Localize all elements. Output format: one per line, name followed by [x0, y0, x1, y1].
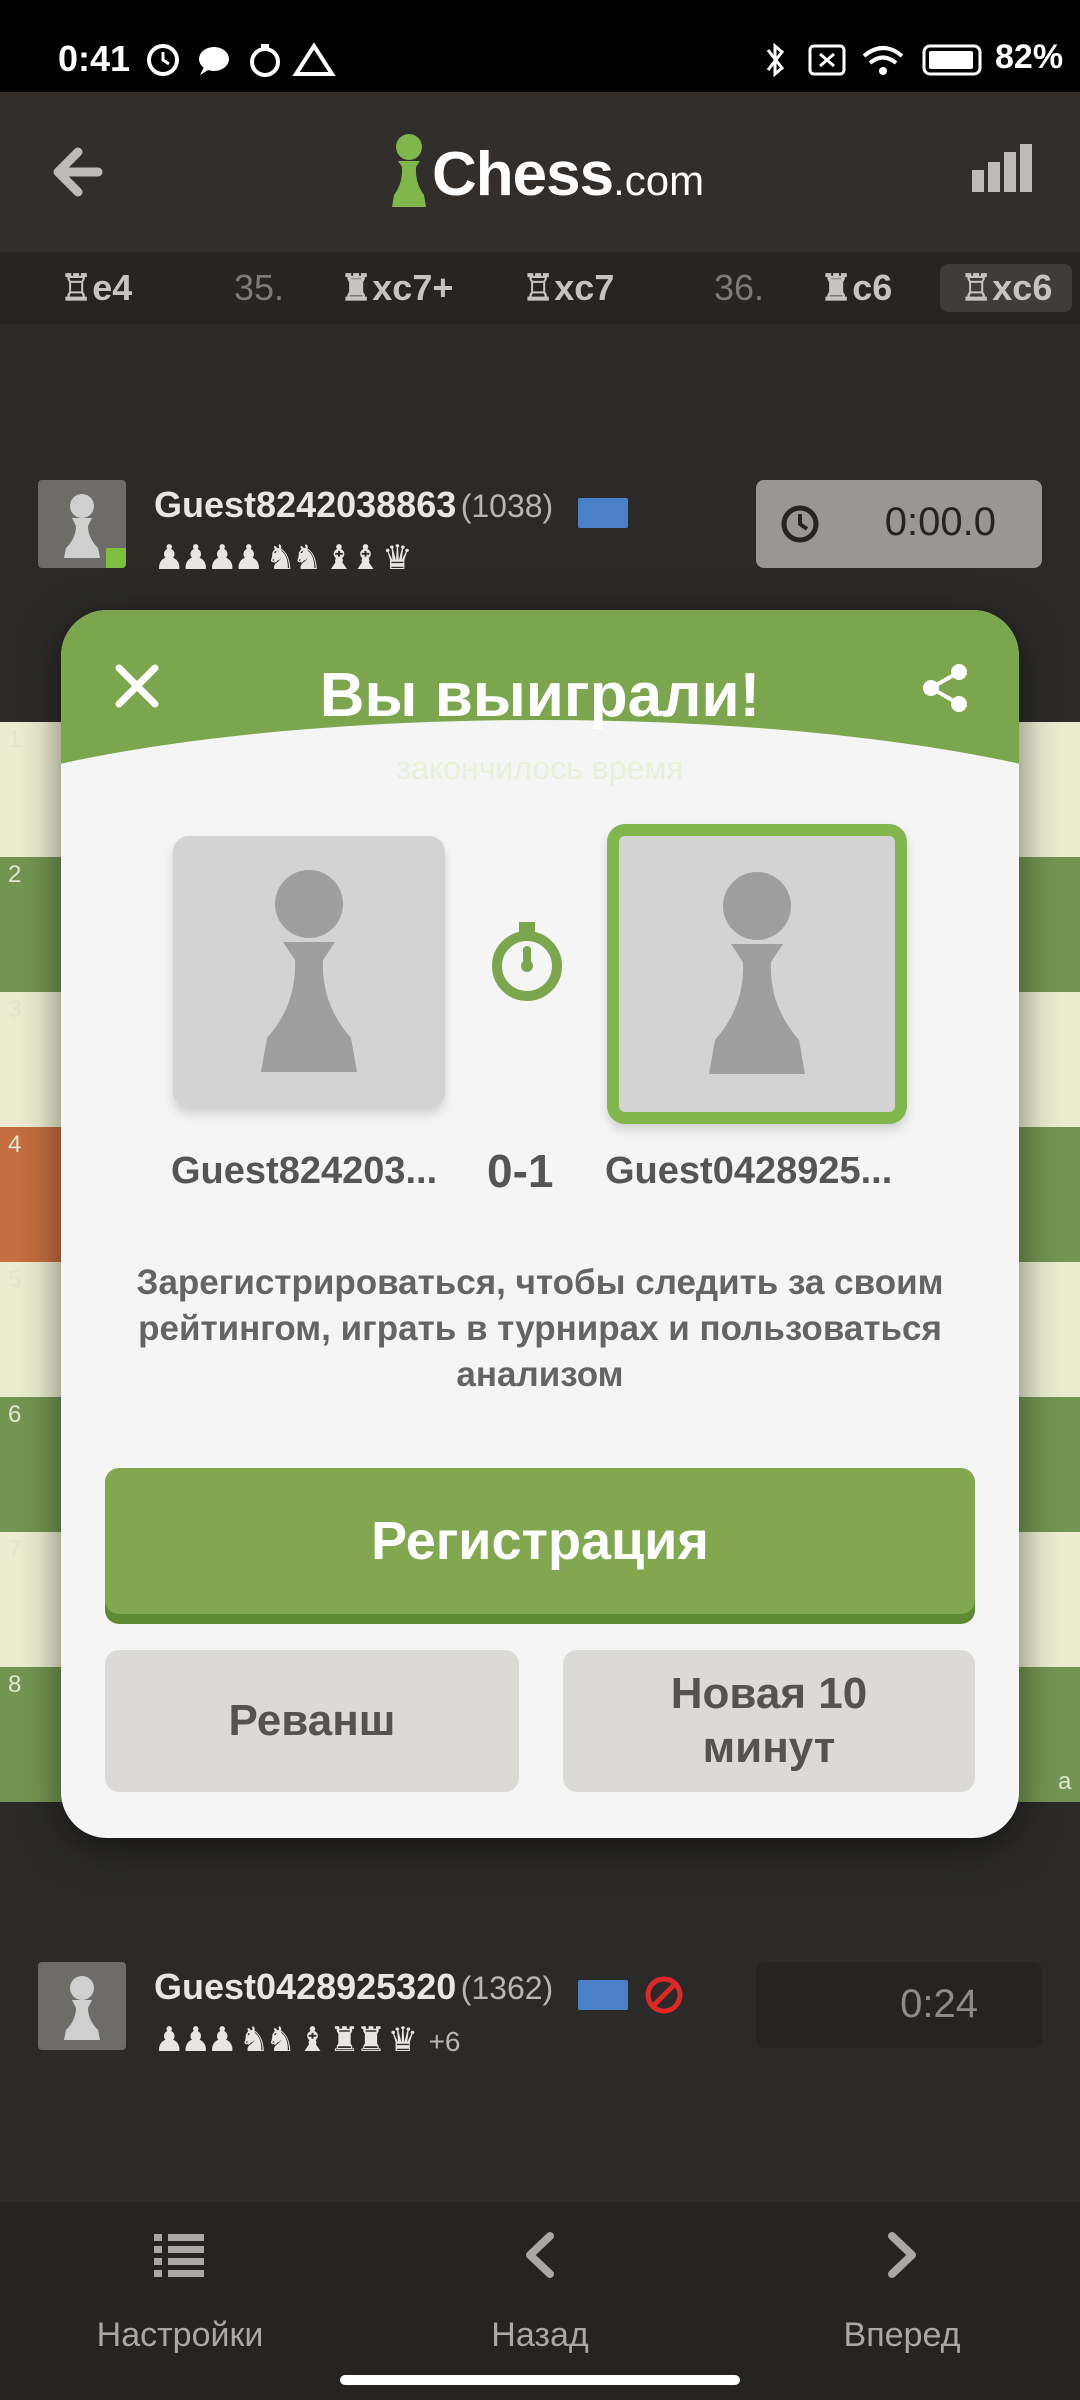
- rematch-label: Реванш: [228, 1696, 396, 1745]
- move-number: 36.: [714, 267, 765, 308]
- rank-label: 4: [8, 1131, 22, 1158]
- bottom-player-name[interactable]: Guest0428925320: [154, 1966, 456, 2007]
- rank-label: 6: [8, 1401, 22, 1428]
- modal-subtitle: закончилось время: [396, 750, 684, 786]
- back-arrow-icon[interactable]: [48, 142, 108, 202]
- rank-label: 7: [8, 1536, 22, 1563]
- brand-name: Chess: [432, 139, 614, 209]
- new-game-button[interactable]: Новая 10 минут: [563, 1650, 975, 1792]
- register-button[interactable]: Регистрация: [105, 1468, 975, 1614]
- app-header: Chess .com: [0, 92, 1080, 252]
- rook-icon: ♖: [60, 267, 93, 308]
- rank-label: 5: [8, 1266, 22, 1293]
- share-icon[interactable]: [919, 662, 971, 714]
- nav-forward-label: Вперед: [843, 2316, 961, 2354]
- move-item[interactable]: ♜xc7+: [340, 264, 453, 312]
- signup-message: Зарегистрироваться, чтобы следить за сво…: [136, 1263, 944, 1394]
- move-number: 35.: [234, 267, 285, 308]
- rank-label: 8: [8, 1671, 22, 1698]
- file-label: a: [1058, 1768, 1072, 1795]
- top-player-info: Guest8242038863 (1038): [154, 484, 628, 528]
- bottom-clock-time: 0:24: [900, 1982, 978, 2026]
- bottom-player-avatar[interactable]: [38, 1962, 126, 2050]
- status-system-icons: [766, 42, 982, 78]
- move-list: ♖e4 35. ♜xc7+ ♖xc7 36. ♜c6 ♖xc6: [0, 252, 1080, 324]
- new-game-label: Новая 10 минут: [670, 1669, 868, 1772]
- move-item[interactable]: ♖e4: [60, 264, 132, 312]
- move-item[interactable]: ♖xc7: [522, 264, 614, 312]
- winner-name: Guest0428925...: [605, 1150, 893, 1192]
- flag-icon: [577, 1979, 628, 2010]
- bottom-player-rating: (1362): [460, 1970, 554, 2006]
- status-time: 0:41: [58, 38, 131, 79]
- battery-percent: 82%: [995, 38, 1064, 76]
- game-over-modal: Вы выиграли! закончилось время Guest8242…: [61, 610, 1019, 1838]
- nav-settings-label: Настройки: [96, 2316, 264, 2354]
- stopwatch-icon: [492, 922, 562, 1001]
- winner-avatar: [607, 824, 907, 1124]
- pawn-logo-icon: [392, 134, 426, 207]
- chevron-left-icon: [526, 2232, 554, 2278]
- material-advantage: +6: [428, 2026, 461, 2057]
- pawn-avatar-icon: [64, 1976, 100, 2040]
- bottom-player-clock: 0:24: [756, 1962, 1042, 2048]
- stats-icon[interactable]: [970, 144, 1036, 194]
- rook-icon: ♜: [340, 267, 373, 308]
- modal-title: Вы выиграли!: [319, 661, 761, 730]
- rook-icon: ♜: [820, 267, 853, 308]
- move-item-current[interactable]: ♖xc6: [940, 264, 1073, 312]
- clock-icon: [781, 505, 819, 543]
- rook-icon: ♖: [960, 267, 993, 308]
- bottom-nav: Настройки Назад Вперед: [0, 2202, 1080, 2400]
- list-icon: [154, 2234, 204, 2277]
- home-indicator[interactable]: [340, 2375, 740, 2385]
- rematch-button[interactable]: Реванш: [105, 1650, 519, 1792]
- rank-label: 1: [8, 726, 22, 753]
- rank-label: 2: [8, 861, 22, 888]
- rank-label: 3: [8, 996, 22, 1023]
- bottom-captured-pieces: ♟♟♟ ♞♞ ♝ ♜♜ ♛: [154, 2021, 418, 2059]
- top-clock-time: 0:00.0: [884, 500, 996, 544]
- chevron-right-icon: [888, 2232, 916, 2278]
- top-player-name[interactable]: Guest8242038863: [154, 484, 456, 525]
- no-icon: [645, 1976, 683, 2014]
- brand-suffix: .com: [613, 157, 705, 204]
- loser-name: Guest824203...: [171, 1150, 438, 1192]
- top-player-rating: (1038): [460, 488, 554, 524]
- top-player-clock: 0:00.0: [756, 480, 1042, 568]
- move-item[interactable]: ♜c6: [820, 264, 892, 312]
- nav-back-label: Назад: [491, 2316, 589, 2354]
- rook-icon: ♖: [522, 267, 555, 308]
- bottom-player-info: Guest0428925320 (1362): [154, 1966, 684, 2015]
- status-notification-icons: [147, 42, 336, 77]
- top-player-avatar[interactable]: [38, 480, 126, 568]
- game-score: 0-1: [487, 1145, 554, 1197]
- pawn-avatar-icon: [64, 494, 126, 568]
- top-captured-pieces: ♟♟♟♟ ♞♞ ♝♝ ♛: [154, 539, 413, 577]
- pawn-avatar-icon: [261, 870, 357, 1072]
- loser-avatar: [173, 836, 445, 1108]
- chesscom-logo: Chess .com: [386, 124, 704, 224]
- flag-icon: [577, 497, 628, 528]
- pawn-avatar-icon: [709, 872, 805, 1074]
- status-bar: 0:41 82%: [0, 0, 1080, 92]
